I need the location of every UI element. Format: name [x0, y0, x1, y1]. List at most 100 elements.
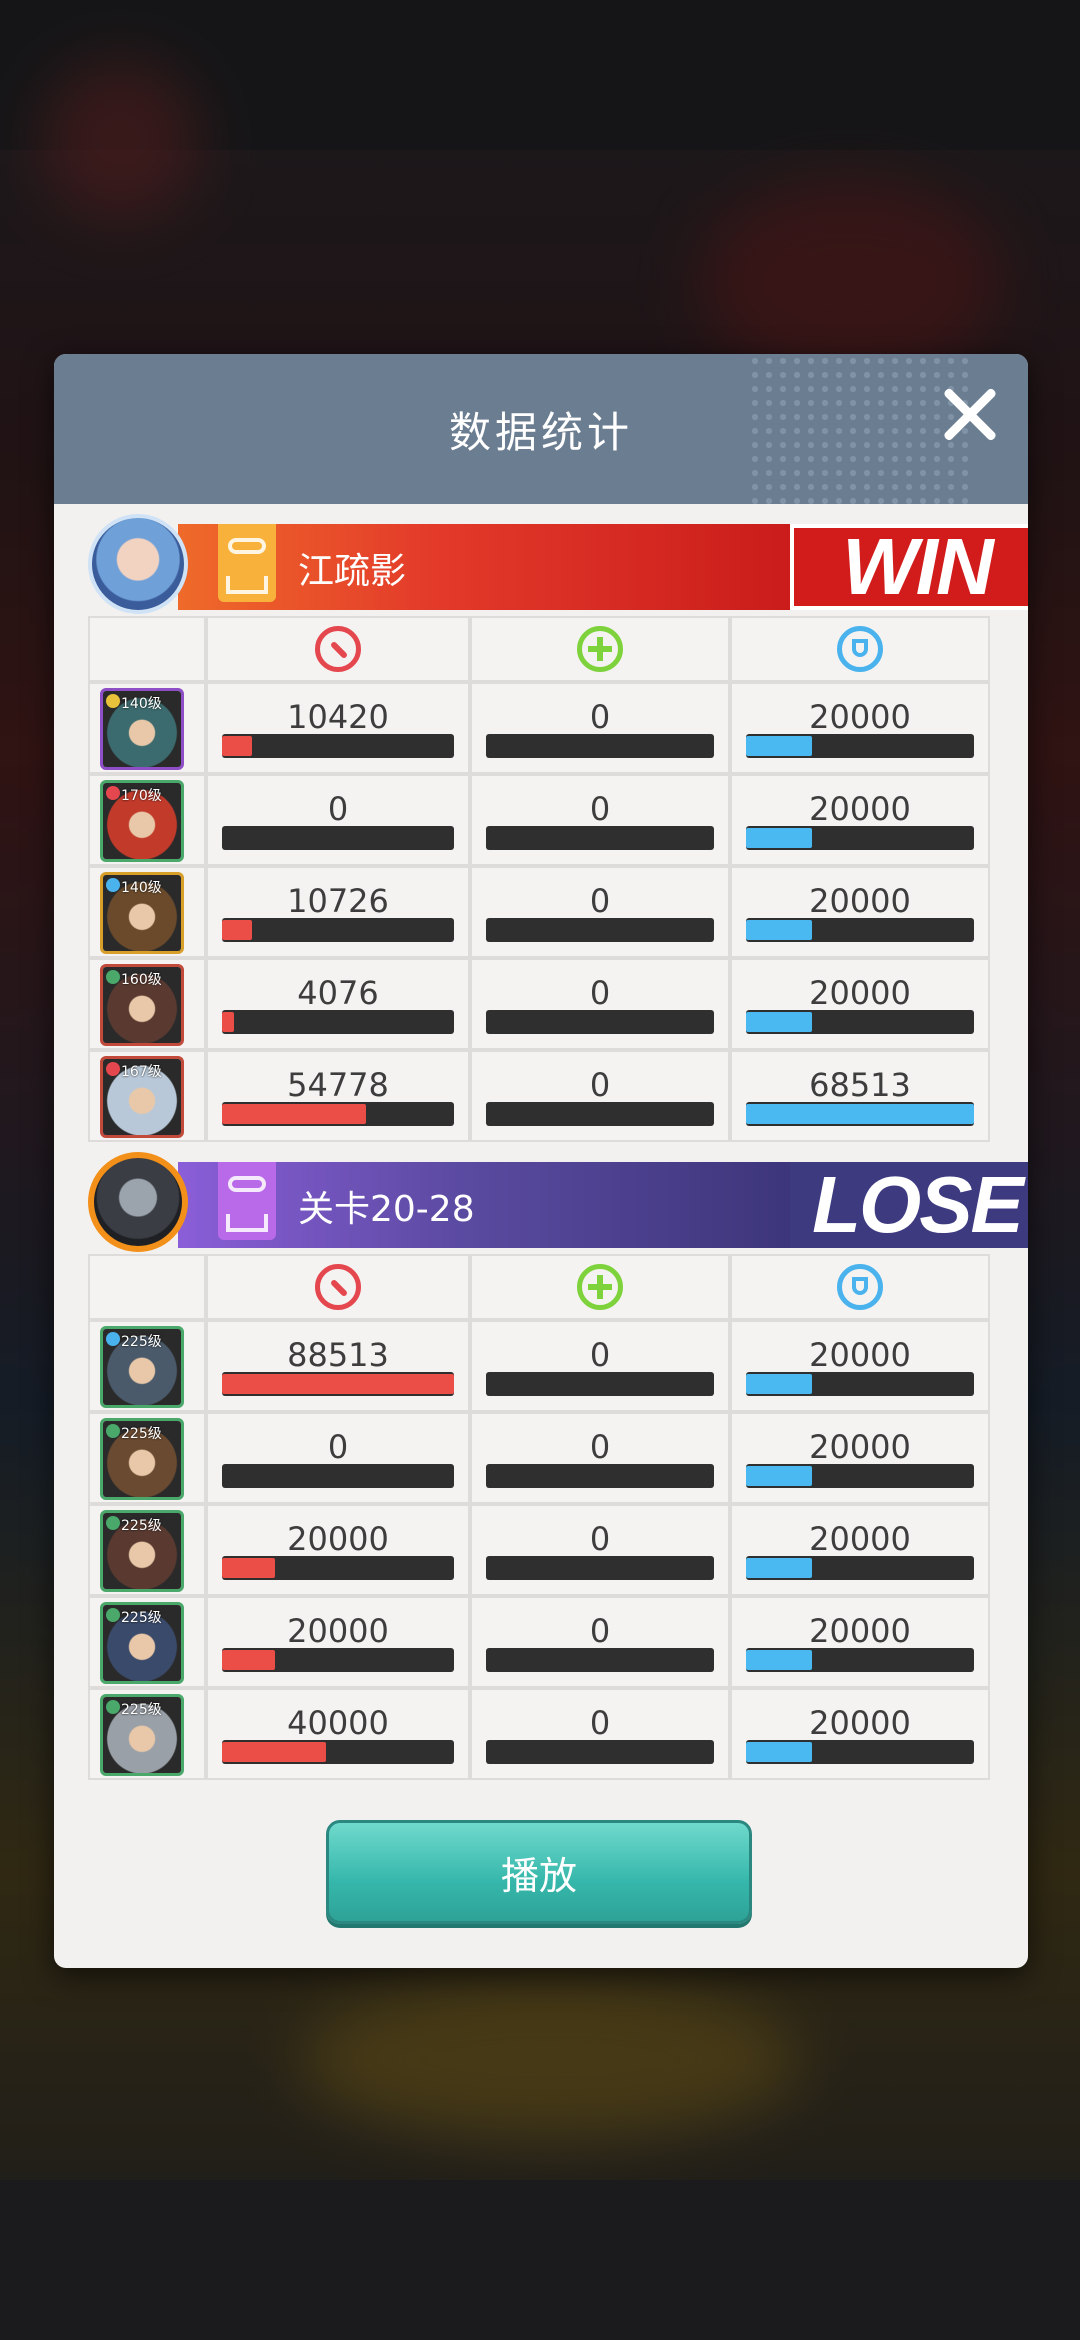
- hero-portrait[interactable]: 225级: [100, 1418, 184, 1500]
- attack-bar: [222, 1740, 454, 1764]
- heal-cell: 0: [470, 774, 730, 866]
- enemy-avatar[interactable]: [88, 1152, 188, 1252]
- heal-value: 0: [589, 882, 611, 920]
- defense-bar: [746, 1010, 974, 1034]
- defense-bar: [746, 1648, 974, 1672]
- attack-bar-fill: [222, 1012, 234, 1032]
- attack-value: 54778: [287, 1066, 389, 1104]
- heal-bar: [486, 1102, 714, 1126]
- defense-bar-fill: [746, 1104, 974, 1124]
- element-icon: [106, 1332, 120, 1346]
- attack-value: 10726: [287, 882, 389, 920]
- hero-level: 225级: [121, 1334, 162, 1350]
- shield-icon: [837, 1264, 883, 1310]
- defense-cell: 20000: [730, 1320, 990, 1412]
- defense-bar: [746, 1740, 974, 1764]
- heal-bar: [486, 1648, 714, 1672]
- attack-bar-fill: [222, 1374, 454, 1394]
- attack-icon: [315, 626, 361, 672]
- heal-cell: 0: [470, 1596, 730, 1688]
- team-flag-icon: [218, 1162, 276, 1240]
- defense-bar-fill: [746, 1742, 813, 1762]
- defense-bar: [746, 918, 974, 942]
- team-stats-table-enemy: 225级 88513 0 20000 225级 0 0 20000 225级 20000 0 2000…: [88, 1254, 990, 1800]
- attack-bar-fill: [222, 1558, 276, 1578]
- heal-value: 0: [589, 1612, 611, 1650]
- close-icon[interactable]: [940, 384, 1000, 444]
- heal-value: 0: [589, 974, 611, 1012]
- attack-bar: [222, 1464, 454, 1488]
- defense-value: 20000: [809, 882, 911, 920]
- attack-bar: [222, 1648, 454, 1672]
- defense-bar-fill: [746, 920, 813, 940]
- heal-cell: 0: [470, 866, 730, 958]
- hero-stats-row: 140级 10420 0 20000: [88, 682, 990, 774]
- defense-bar-fill: [746, 828, 813, 848]
- hero-portrait[interactable]: 225级: [100, 1602, 184, 1684]
- attack-bar: [222, 1372, 454, 1396]
- header-heal-cell: [470, 616, 730, 682]
- hero-level: 225级: [121, 1426, 162, 1442]
- heal-value: 0: [589, 1336, 611, 1374]
- heal-cell: 0: [470, 1412, 730, 1504]
- attack-cell: 20000: [206, 1504, 470, 1596]
- heal-cell: 0: [470, 1050, 730, 1142]
- team-banner-enemy: 关卡20-28 LOSE: [88, 1152, 1028, 1252]
- heal-bar: [486, 1740, 714, 1764]
- hero-portrait[interactable]: 140级: [100, 688, 184, 770]
- heal-bar: [486, 1464, 714, 1488]
- hero-cell: 225级: [88, 1596, 206, 1688]
- heal-icon: [577, 1264, 623, 1310]
- team-name: 江疏影: [298, 551, 407, 592]
- player-avatar[interactable]: [88, 514, 188, 614]
- hero-portrait[interactable]: 167级: [100, 1056, 184, 1138]
- hero-stats-row: 167级 54778 0 68513: [88, 1050, 990, 1142]
- hero-portrait[interactable]: 225级: [100, 1326, 184, 1408]
- attack-cell: 0: [206, 774, 470, 866]
- element-icon: [106, 878, 120, 892]
- header-heal-cell: [470, 1254, 730, 1320]
- defense-cell: 20000: [730, 1412, 990, 1504]
- defense-bar-fill: [746, 1374, 813, 1394]
- hero-portrait[interactable]: 160级: [100, 964, 184, 1046]
- attack-cell: 54778: [206, 1050, 470, 1142]
- defense-value: 20000: [809, 1612, 911, 1650]
- defense-cell: 20000: [730, 774, 990, 866]
- element-icon: [106, 1424, 120, 1438]
- attack-bar-fill: [222, 736, 253, 756]
- attack-bar: [222, 918, 454, 942]
- element-icon: [106, 694, 120, 708]
- heal-value: 0: [589, 1520, 611, 1558]
- hero-level: 167级: [121, 1064, 162, 1080]
- defense-value: 20000: [809, 698, 911, 736]
- heal-cell: 0: [470, 958, 730, 1050]
- defense-bar: [746, 1102, 974, 1126]
- hero-portrait[interactable]: 140级: [100, 872, 184, 954]
- attack-cell: 88513: [206, 1320, 470, 1412]
- header-empty-cell: [88, 616, 206, 682]
- hero-portrait[interactable]: 170级: [100, 780, 184, 862]
- hero-stats-row: 225级 20000 0 20000: [88, 1596, 990, 1688]
- stats-modal: 数据统计 江疏影 WIN 140级 10420 0 20000 170级 0 0 20000 1…: [54, 354, 1028, 1968]
- defense-value: 20000: [809, 1336, 911, 1374]
- defense-value: 68513: [809, 1066, 911, 1104]
- hero-stats-row: 225级 88513 0 20000: [88, 1320, 990, 1412]
- attack-icon: [315, 1264, 361, 1310]
- hero-cell: 170级: [88, 774, 206, 866]
- attack-bar: [222, 826, 454, 850]
- team-flag-icon: [218, 524, 276, 602]
- attack-bar-fill: [222, 920, 253, 940]
- hero-stats-row: 225级 40000 0 20000: [88, 1688, 990, 1780]
- hero-stats-row: 170级 0 0 20000: [88, 774, 990, 866]
- heal-value: 0: [589, 1428, 611, 1466]
- play-button[interactable]: 播放: [326, 1820, 752, 1924]
- attack-bar: [222, 1102, 454, 1126]
- attack-bar-fill: [222, 1742, 327, 1762]
- hero-portrait[interactable]: 225级: [100, 1510, 184, 1592]
- heal-bar: [486, 734, 714, 758]
- hero-portrait[interactable]: 225级: [100, 1694, 184, 1776]
- heal-value: 0: [589, 1066, 611, 1104]
- hero-cell: 225级: [88, 1320, 206, 1412]
- heal-bar: [486, 918, 714, 942]
- hero-stats-row: 160级 4076 0 20000: [88, 958, 990, 1050]
